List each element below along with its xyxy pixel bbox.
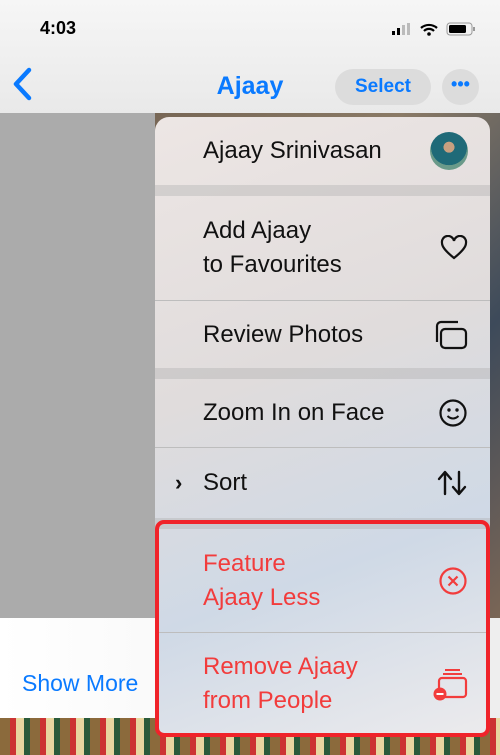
label-line: to Favourites <box>203 251 342 278</box>
status-bar: 4:03 Ajaay Select ••• <box>0 0 500 113</box>
status-icons <box>392 22 476 36</box>
show-more-link[interactable]: Show More <box>22 670 138 697</box>
battery-icon <box>446 22 475 36</box>
photo-placeholder[interactable] <box>0 113 155 618</box>
sort-arrows-icon <box>437 470 467 496</box>
separator <box>155 368 490 379</box>
menu-item-add-favourites[interactable]: Add Ajaay to Favourites <box>155 196 490 300</box>
menu-item-label: Add Ajaay to Favourites <box>203 214 342 282</box>
photos-stack-icon <box>435 320 468 349</box>
separator <box>155 185 490 196</box>
label-line: Add Ajaay <box>203 217 312 244</box>
signal-icon <box>392 23 410 35</box>
menu-item-review-photos[interactable]: Review Photos <box>155 301 490 368</box>
menu-item-label: Sort <box>203 469 248 496</box>
chevron-right-icon: › <box>175 470 183 495</box>
smiley-face-icon <box>439 399 467 427</box>
select-button[interactable]: Select <box>335 69 431 105</box>
menu-item-label: Review Photos <box>203 320 364 348</box>
clock: 4:03 <box>40 18 77 38</box>
menu-item-label: Zoom In on Face <box>203 399 385 426</box>
person-name: Ajaay Srinivasan <box>203 137 382 164</box>
avatar <box>430 132 468 170</box>
more-button[interactable]: ••• <box>442 69 479 105</box>
menu-item-zoom-face[interactable]: Zoom In on Face <box>155 379 490 447</box>
menu-item-person[interactable]: Ajaay Srinivasan <box>155 117 490 185</box>
menu-item-sort[interactable]: › Sort <box>155 448 490 518</box>
wifi-icon <box>420 23 438 36</box>
heart-icon <box>440 235 468 260</box>
ellipsis-icon: ••• <box>451 74 470 94</box>
highlight-box <box>155 520 490 737</box>
